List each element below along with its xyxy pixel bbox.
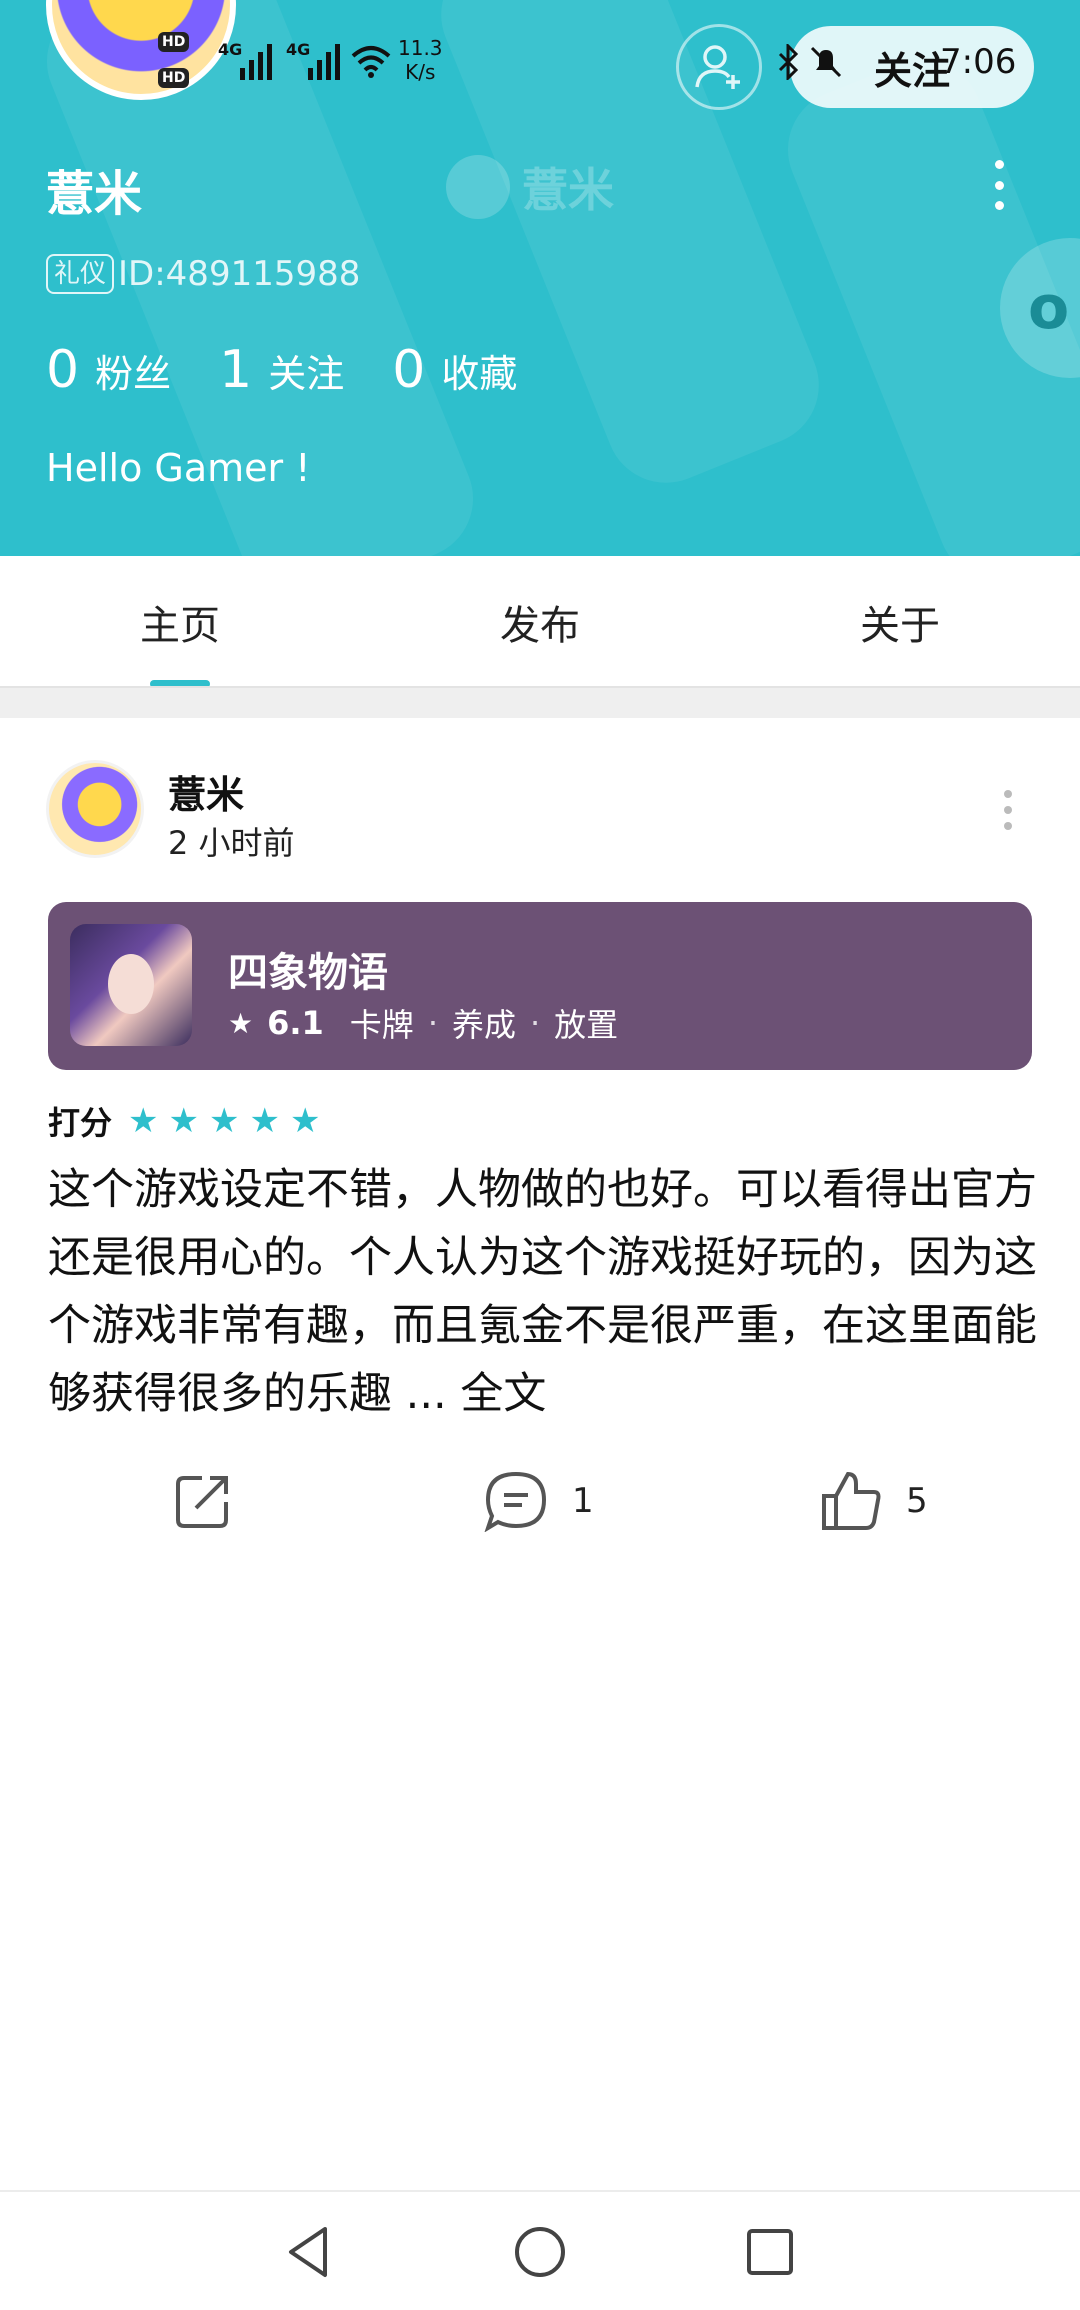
wifi-icon <box>351 46 391 78</box>
stat-following[interactable]: 1 关注 <box>219 340 344 400</box>
thumbs-up-icon <box>822 1471 881 1530</box>
rating-star-icon: ★ <box>128 1101 159 1141</box>
section-divider <box>0 686 1080 718</box>
comment-count: 1 <box>572 1481 594 1521</box>
profile-tabs: 主页 发布 关于 <box>0 556 1080 688</box>
tab-label: 发布 <box>500 603 580 649</box>
post-actions: 1 5 <box>0 1470 1080 1540</box>
game-score: 6.1 <box>267 1004 324 1042</box>
profile-bio: Hello Gamer ! <box>46 446 311 490</box>
profile-stats: 0 粉丝 1 关注 0 收藏 <box>46 340 517 400</box>
bluetooth-icon <box>778 44 799 80</box>
network-type: 4G <box>286 40 311 59</box>
game-icon <box>70 924 192 1046</box>
signal-icon <box>240 36 272 80</box>
game-title: 四象物语 <box>228 950 388 996</box>
network-type: 4G <box>218 40 243 59</box>
comment-button[interactable]: 1 <box>484 1470 594 1532</box>
game-tag: 放置 <box>554 1006 619 1044</box>
ghost-name: 薏米 <box>522 163 614 217</box>
user-id-row: 礼仪 ID:489115988 <box>46 254 360 294</box>
signal-icon <box>308 36 340 80</box>
mute-bell-icon <box>810 46 842 78</box>
rating-star-icon: ★ <box>289 1101 321 1141</box>
stat-fans[interactable]: 0 粉丝 <box>46 340 171 400</box>
share-button[interactable] <box>172 1470 234 1532</box>
stat-favorites[interactable]: 0 收藏 <box>392 340 517 400</box>
network-speed: 11.3 K/s <box>398 36 443 84</box>
tab-home[interactable]: 主页 <box>0 556 360 688</box>
rating-star-icon: ★ <box>249 1101 280 1141</box>
speed-unit: K/s <box>405 60 436 84</box>
speed-value: 11.3 <box>398 36 443 60</box>
user-id: ID:489115988 <box>118 254 361 294</box>
home-circle-icon <box>515 2227 565 2277</box>
tab-posts[interactable]: 发布 <box>360 556 720 688</box>
recents-square-icon <box>747 2229 793 2275</box>
more-options-icon[interactable] <box>984 160 1014 210</box>
game-card[interactable]: 四象物语 ★ 6.1 卡牌 · 养成 · 放置 <box>48 902 1032 1070</box>
follow-label: 关注 <box>873 48 950 93</box>
recents-button[interactable] <box>740 2222 800 2282</box>
stat-number: 1 <box>219 340 253 400</box>
system-nav-bar <box>0 2190 1080 2310</box>
rating-label: 打分 <box>48 1104 113 1142</box>
post-author-avatar[interactable] <box>46 760 144 858</box>
tag-separator: · <box>530 1004 541 1042</box>
ghost-avatar <box>446 155 510 219</box>
status-time: 7:06 <box>940 42 1017 82</box>
game-tag: 卡牌 <box>349 1006 414 1044</box>
rating-star-icon: ★ <box>208 1101 240 1141</box>
stat-label: 粉丝 <box>95 352 172 396</box>
read-more-link[interactable]: 全文 <box>460 1369 546 1419</box>
post-author-name[interactable]: 薏米 <box>168 764 244 819</box>
rating-star-icon: ★ <box>168 1101 199 1141</box>
post-more-icon[interactable] <box>1000 790 1016 830</box>
tab-about[interactable]: 关于 <box>720 556 1080 688</box>
home-button[interactable] <box>510 2222 570 2282</box>
hd-badge: HD <box>158 68 190 88</box>
tag-separator: · <box>427 1004 438 1042</box>
comment-icon <box>484 1471 547 1532</box>
stat-label: 关注 <box>268 352 345 396</box>
like-button[interactable]: 5 <box>820 1470 928 1532</box>
stat-number: 0 <box>46 340 80 400</box>
profile-name: 薏米 <box>46 166 143 222</box>
star-icon: ★ <box>228 1006 254 1040</box>
hd-badge: HD <box>158 32 190 52</box>
game-meta: ★ 6.1 卡牌 · 养成 · 放置 <box>228 1000 618 1046</box>
back-button[interactable] <box>278 2222 338 2282</box>
tab-label: 关于 <box>860 603 940 649</box>
back-triangle-icon <box>289 2227 327 2277</box>
header-ghost-title: 薏米 <box>446 154 614 220</box>
add-friend-button[interactable] <box>676 24 762 110</box>
tab-label: 主页 <box>140 603 220 649</box>
profile-header: HD HD 4G 4G 11.3 K/s 关注 7:06 薏米 薏米 o 礼仪 … <box>0 0 1080 556</box>
stat-number: 0 <box>392 340 426 400</box>
like-count: 5 <box>906 1481 928 1521</box>
game-tag: 养成 <box>451 1006 516 1044</box>
rating-row: 打分 ★ ★ ★ ★ ★ <box>48 1098 320 1144</box>
review-text-block[interactable]: 这个游戏设定不错，人物做的也好。可以看得出官方还是很用心的。个人认为这个游戏挺好… <box>48 1156 1038 1428</box>
add-user-icon <box>695 45 740 89</box>
stat-label: 收藏 <box>441 352 518 396</box>
share-icon <box>176 1476 228 1528</box>
id-tag: 礼仪 <box>46 254 115 294</box>
post-time: 2 小时前 <box>168 824 295 862</box>
